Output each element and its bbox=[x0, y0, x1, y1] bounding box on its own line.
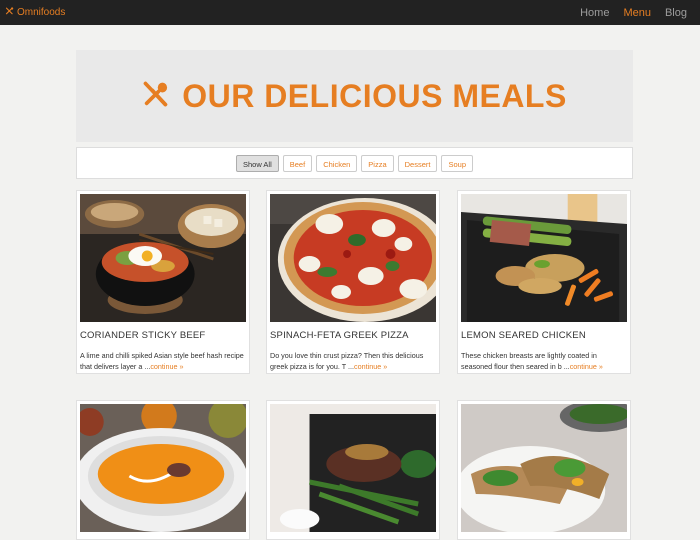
meal-description: Do you love thin crust pizza? Then this … bbox=[270, 350, 436, 372]
continue-link[interactable]: continue » bbox=[150, 362, 183, 371]
continue-link[interactable]: continue » bbox=[354, 362, 387, 371]
meal-description: These chicken breasts are lightly coated… bbox=[461, 350, 627, 372]
page-title: OUR DELICIOUS MEALS bbox=[182, 77, 567, 114]
meal-photo-pizza[interactable] bbox=[270, 194, 436, 322]
filter-pizza-button[interactable]: Pizza bbox=[361, 154, 394, 172]
meal-card[interactable]: SPINACH-FETA GREEK PIZZA Do you love thi… bbox=[266, 190, 440, 374]
cutlery-icon bbox=[142, 80, 170, 113]
meal-card[interactable] bbox=[457, 400, 631, 540]
brand-link[interactable]: Omnifoods bbox=[5, 6, 66, 19]
meal-title[interactable]: SPINACH-FETA GREEK PIZZA bbox=[270, 330, 436, 341]
meal-photo-chicken[interactable] bbox=[461, 194, 627, 322]
navbar: Omnifoods Home Menu Blog bbox=[0, 0, 700, 25]
meal-card[interactable] bbox=[76, 400, 250, 540]
filter-dessert-button[interactable]: Dessert bbox=[397, 154, 438, 172]
filter-chicken-button[interactable]: Chicken bbox=[316, 154, 358, 172]
meal-photo-steak[interactable] bbox=[270, 404, 436, 532]
meal-description: A lime and chilli spiked Asian style bee… bbox=[80, 350, 246, 372]
nav-item-home[interactable]: Home bbox=[573, 7, 616, 19]
meal-photo-bibimbap[interactable] bbox=[80, 194, 246, 322]
meal-description-text: Do you love thin crust pizza? Then this … bbox=[270, 351, 424, 371]
meal-card[interactable] bbox=[266, 400, 440, 540]
meal-title[interactable]: LEMON SEARED CHICKEN bbox=[461, 330, 627, 341]
cutlery-icon bbox=[5, 6, 14, 19]
nav-item-blog[interactable]: Blog bbox=[658, 7, 694, 19]
nav-item-menu[interactable]: Menu bbox=[616, 7, 658, 19]
meal-photo-soup[interactable] bbox=[80, 404, 246, 532]
continue-link[interactable]: continue » bbox=[570, 362, 603, 371]
category-filter-bar: Show All Beef Chicken Pizza Dessert Soup bbox=[76, 147, 633, 179]
filter-soup-button[interactable]: Soup bbox=[441, 154, 474, 172]
meal-title[interactable]: CORIANDER STICKY BEEF bbox=[80, 330, 246, 341]
hero-banner: OUR DELICIOUS MEALS bbox=[76, 50, 633, 142]
filter-beef-button[interactable]: Beef bbox=[282, 154, 313, 172]
filter-show-all-button[interactable]: Show All bbox=[235, 154, 279, 172]
meal-photo-wrap[interactable] bbox=[461, 404, 627, 532]
meal-card[interactable]: LEMON SEARED CHICKEN These chicken breas… bbox=[457, 190, 631, 374]
meal-card[interactable]: CORIANDER STICKY BEEF A lime and chilli … bbox=[76, 190, 250, 374]
nav-menu: Home Menu Blog bbox=[573, 7, 694, 19]
brand-name: Omnifoods bbox=[17, 7, 66, 18]
